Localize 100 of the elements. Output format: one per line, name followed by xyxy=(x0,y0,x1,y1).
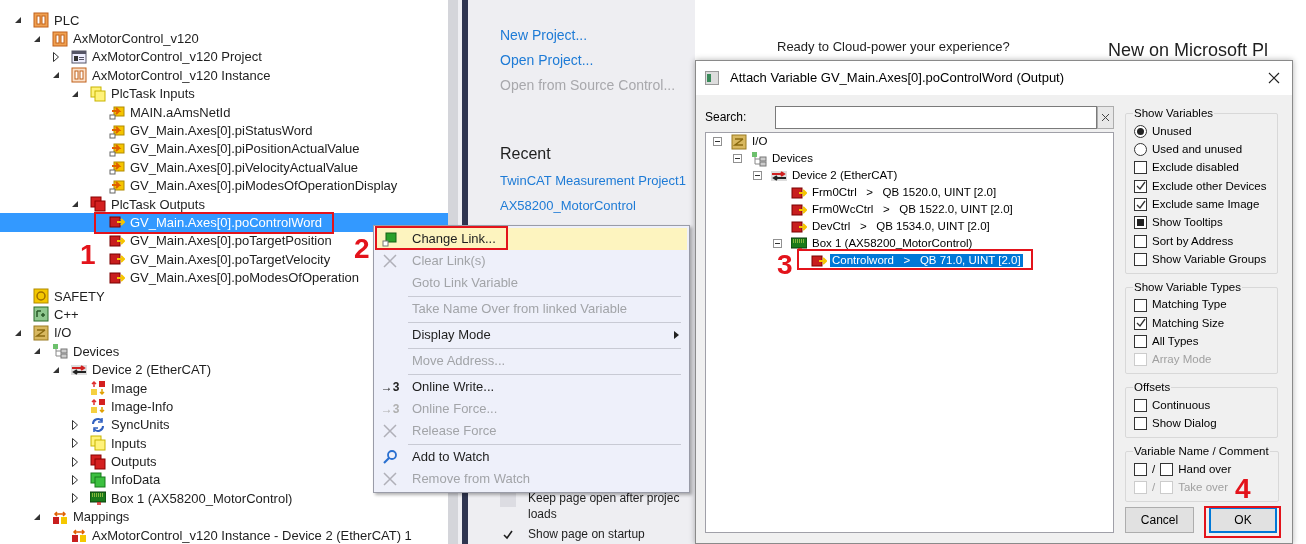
tree-row[interactable]: GV_Main.Axes[0].piVelocityActualValue xyxy=(109,158,359,177)
tree-label[interactable]: Frm0WcCtrl > QB 1522.0, UINT [2.0] xyxy=(810,203,1015,216)
search-field[interactable] xyxy=(775,105,1097,129)
checkbox[interactable] xyxy=(1134,398,1147,412)
checkbox[interactable] xyxy=(1134,198,1147,212)
collapse-toggle-icon[interactable] xyxy=(14,16,22,25)
promo-text: Ready to Cloud-power your experience? xyxy=(777,38,1011,56)
collapse-box-icon[interactable] xyxy=(733,154,742,163)
checkbox[interactable] xyxy=(1134,298,1147,312)
checkbox[interactable] xyxy=(1134,316,1147,330)
tree-row[interactable]: AxMotorControl_v120 xyxy=(29,29,199,48)
tree-row[interactable]: InfoData xyxy=(67,470,161,490)
tree-row[interactable]: I/O xyxy=(10,323,72,343)
tree-row[interactable]: PlcTask Inputs xyxy=(67,84,195,103)
tree-row[interactable]: Mappings xyxy=(29,507,130,526)
collapse-toggle-icon[interactable] xyxy=(52,365,60,374)
option-label: Show page on startup xyxy=(528,526,646,542)
expand-toggle-icon[interactable] xyxy=(72,493,78,504)
tree-row[interactable]: GV_Main.Axes[0].piModesOfOperationDisplay xyxy=(109,176,398,195)
tree-label[interactable]: Device 2 (EtherCAT) xyxy=(790,169,900,182)
tree-label[interactable]: Box 1 (AX58200_MotorControl) xyxy=(810,237,975,250)
tree-label: GV_Main.Axes[0].piStatusWord xyxy=(130,124,313,138)
clear-search-button[interactable] xyxy=(1097,105,1114,129)
tree-label: Image-Info xyxy=(111,399,174,413)
collapse-toggle-icon[interactable] xyxy=(33,34,41,43)
menu-item[interactable]: Add to Watch xyxy=(376,446,687,468)
expand-toggle-icon[interactable] xyxy=(72,474,78,485)
expand-toggle-icon[interactable] xyxy=(72,419,78,430)
checkbox[interactable] xyxy=(1134,417,1147,431)
expand-toggle-icon[interactable] xyxy=(72,456,78,467)
tree-label[interactable]: Frm0Ctrl > QB 1520.0, UINT [2.0] xyxy=(810,186,999,199)
tree-row[interactable]: AxMotorControl_v120 Instance xyxy=(48,66,271,85)
start-link[interactable]: New Project... xyxy=(500,23,695,48)
option-label: Keep page open after projec loads xyxy=(528,490,681,522)
checkbox[interactable] xyxy=(1160,462,1174,476)
checkbox[interactable] xyxy=(1134,462,1147,476)
collapse-toggle-icon[interactable] xyxy=(52,71,60,80)
checkbox[interactable] xyxy=(1134,179,1147,193)
menu-item[interactable]: Change Link... xyxy=(376,228,687,250)
variable-arrow-icon xyxy=(791,218,807,235)
tree-row[interactable]: Image-Info xyxy=(90,397,174,416)
collapse-box-icon[interactable] xyxy=(753,171,762,180)
tree-row[interactable]: Devices xyxy=(29,342,120,361)
expand-toggle-icon[interactable] xyxy=(53,51,59,62)
tree-row[interactable]: PlcTask Outputs xyxy=(67,194,205,214)
tree-label[interactable]: Devices xyxy=(770,152,815,165)
option-label: Continuous xyxy=(1152,397,1211,413)
close-icon[interactable] xyxy=(1268,72,1280,84)
separator-text: / xyxy=(1152,461,1156,477)
tree-row[interactable]: GV_Main.Axes[0].poTargetVelocity xyxy=(109,250,331,269)
news-heading: New on Microsoft Pl xyxy=(1108,39,1269,62)
recent-project-link[interactable]: TwinCAT Measurement Project1 xyxy=(500,168,695,193)
tree-row[interactable]: Device 2 (EtherCAT) xyxy=(48,360,211,379)
stacked-squares-icon xyxy=(90,453,106,470)
tree-row[interactable]: GV_Main.Axes[0].poTargetPosition xyxy=(109,231,332,251)
tree-label: AxMotorControl_v120 Project xyxy=(92,50,262,64)
option-label: Exclude same Image xyxy=(1152,196,1260,212)
collapse-toggle-icon[interactable] xyxy=(33,512,41,521)
recent-project-link[interactable]: AX58200_MotorControl xyxy=(500,193,695,218)
radio-button[interactable] xyxy=(1134,143,1147,157)
radio-button[interactable] xyxy=(1134,124,1147,138)
checkbox[interactable] xyxy=(1134,161,1147,175)
checkbox[interactable] xyxy=(1134,234,1147,248)
tree-label[interactable]: DevCtrl > QB 1534.0, UINT [2.0] xyxy=(810,220,992,233)
tree-row[interactable]: MAIN.aAmsNetId xyxy=(109,102,231,122)
tree-row[interactable]: GV_Main.Axes[0].piPositionActualValue xyxy=(109,139,360,159)
tree-row[interactable]: SyncUnits xyxy=(67,415,170,434)
checkbox[interactable] xyxy=(1134,216,1147,230)
tree-label: AxMotorControl_v120 Instance xyxy=(92,68,271,82)
tree-row[interactable]: Outputs xyxy=(67,452,157,471)
collapse-box-icon[interactable] xyxy=(773,239,782,248)
tree-row[interactable]: Box 1 (AX58200_MotorControl) xyxy=(67,489,293,508)
step-number: 4 xyxy=(1235,474,1251,504)
checkbox[interactable] xyxy=(1134,252,1147,266)
collapse-toggle-icon[interactable] xyxy=(14,328,22,337)
tree-row[interactable]: GV_Main.Axes[0].poModesOfOperation xyxy=(109,268,360,287)
tree-row[interactable]: PLC xyxy=(10,11,80,30)
tree-row[interactable]: Inputs xyxy=(67,434,147,453)
dialog-button[interactable]: Cancel xyxy=(1125,506,1194,533)
tree-row[interactable]: GV_Main.Axes[0].piStatusWord xyxy=(109,121,313,140)
expand-toggle-icon[interactable] xyxy=(72,438,78,449)
tree-row[interactable]: AxMotorControl_v120 Project xyxy=(48,47,262,67)
collapse-toggle-icon[interactable] xyxy=(71,200,79,209)
menu-item[interactable]: Display Mode xyxy=(376,324,687,346)
tree-row[interactable]: C++ xyxy=(33,305,79,324)
menu-item[interactable]: →3 Online Write... xyxy=(376,376,687,398)
tree-row[interactable]: Image xyxy=(90,378,148,398)
start-link[interactable]: Open Project... xyxy=(500,48,695,73)
collapse-box-icon[interactable] xyxy=(713,137,722,146)
checkbox[interactable] xyxy=(1134,335,1147,349)
collapse-toggle-icon[interactable] xyxy=(33,347,41,356)
menu-glyph: →3 xyxy=(380,379,400,396)
collapse-toggle-icon[interactable] xyxy=(71,89,79,98)
tree-label[interactable]: Controlword > QB 71.0, UINT [2.0] xyxy=(830,254,1023,267)
tree-row[interactable]: AxMotorControl_v120 Instance - Device 2 (EtherCAT) 1 xyxy=(71,525,412,544)
tree-label[interactable]: I/O xyxy=(750,135,770,148)
dialog-button[interactable]: OK xyxy=(1209,506,1277,533)
variable-arrow-icon xyxy=(811,252,827,269)
cross-icon xyxy=(382,423,398,439)
tree-row[interactable]: SAFETY xyxy=(33,286,105,306)
